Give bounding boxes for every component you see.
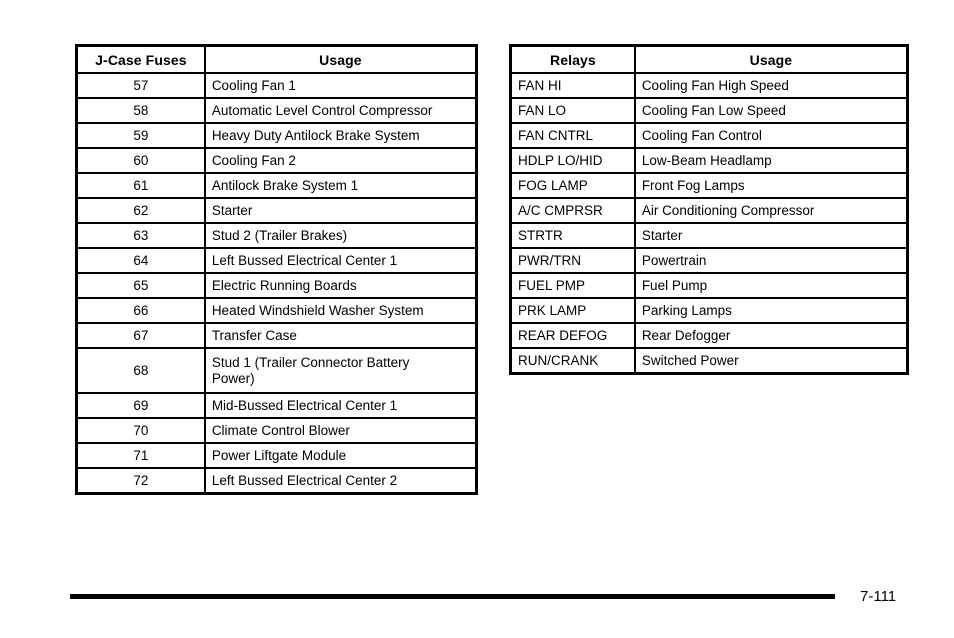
cell-usage: Switched Power xyxy=(633,347,909,375)
j-case-fuses-body: 57 Cooling Fan 1 58 Automatic Level Control… xyxy=(75,72,478,495)
cell-usage: Rear Defogger xyxy=(633,322,909,349)
cell-key: FUEL PMP xyxy=(509,272,636,299)
cell-usage: Cooling Fan High Speed xyxy=(633,72,909,99)
table-row: 60 Cooling Fan 2 xyxy=(75,147,478,174)
table-row: 58 Automatic Level Control Compressor xyxy=(75,97,478,124)
table-row: 66 Heated Windshield Washer System xyxy=(75,297,478,324)
table-row: FUEL PMP Fuel Pump xyxy=(509,272,909,299)
cell-usage: Left Bussed Electrical Center 1 xyxy=(203,247,478,274)
table-row: HDLP LO/HID Low-Beam Headlamp xyxy=(509,147,909,174)
table-row: 69 Mid-Bussed Electrical Center 1 xyxy=(75,392,478,419)
cell-usage: Low-Beam Headlamp xyxy=(633,147,909,174)
manual-page: J-Case Fuses Usage 57 Cooling Fan 1 58 Auto… xyxy=(0,0,954,638)
page-number: 7-111 xyxy=(860,588,897,605)
table-row: FAN LO Cooling Fan Low Speed xyxy=(509,97,909,124)
table-row: 62 Starter xyxy=(75,197,478,224)
cell-key: 60 xyxy=(75,147,206,174)
cell-key: 57 xyxy=(75,72,206,99)
table-row: 72 Left Bussed Electrical Center 2 xyxy=(75,467,478,495)
cell-usage: Mid-Bussed Electrical Center 1 xyxy=(203,392,478,419)
cell-key: 65 xyxy=(75,272,206,299)
table-row: 71 Power Liftgate Module xyxy=(75,442,478,469)
table-row: REAR DEFOG Rear Defogger xyxy=(509,322,909,349)
cell-key: 62 xyxy=(75,197,206,224)
cell-usage: Cooling Fan Control xyxy=(633,122,909,149)
table-row: 59 Heavy Duty Antilock Brake System xyxy=(75,122,478,149)
table-row: FAN HI Cooling Fan High Speed xyxy=(509,72,909,99)
table-header-row: Relays Usage xyxy=(509,44,909,74)
table-header-row: J-Case Fuses Usage xyxy=(75,44,478,74)
cell-key: 66 xyxy=(75,297,206,324)
cell-usage: Climate Control Blower xyxy=(203,417,478,444)
cell-key: REAR DEFOG xyxy=(509,322,636,349)
cell-key: FAN LO xyxy=(509,97,636,124)
cell-key: FOG LAMP xyxy=(509,172,636,199)
table-row: 61 Antilock Brake System 1 xyxy=(75,172,478,199)
j-case-fuses-table: J-Case Fuses Usage 57 Cooling Fan 1 58 Auto… xyxy=(75,44,478,495)
cell-key: 64 xyxy=(75,247,206,274)
cell-key: 68 xyxy=(75,347,206,394)
cell-usage: Transfer Case xyxy=(203,322,478,349)
table-row: A/C CMPRSR Air Conditioning Compressor xyxy=(509,197,909,224)
column-header-relays: Relays xyxy=(509,44,636,74)
cell-key: PRK LAMP xyxy=(509,297,636,324)
table-row: 64 Left Bussed Electrical Center 1 xyxy=(75,247,478,274)
table-row: RUN/CRANK Switched Power xyxy=(509,347,909,375)
cell-usage: Power Liftgate Module xyxy=(203,442,478,469)
table-row: 57 Cooling Fan 1 xyxy=(75,72,478,99)
cell-usage: Electric Running Boards xyxy=(203,272,478,299)
cell-key: 58 xyxy=(75,97,206,124)
cell-usage: Antilock Brake System 1 xyxy=(203,172,478,199)
cell-key: 63 xyxy=(75,222,206,249)
cell-usage: Powertrain xyxy=(633,247,909,274)
cell-key: 71 xyxy=(75,442,206,469)
table-row: 67 Transfer Case xyxy=(75,322,478,349)
cell-usage: Stud 2 (Trailer Brakes) xyxy=(203,222,478,249)
cell-usage: Stud 1 (Trailer Connector Battery Power) xyxy=(203,347,478,394)
relays-table: Relays Usage FAN HI Cooling Fan High Spee… xyxy=(509,44,909,375)
cell-usage: Automatic Level Control Compressor xyxy=(203,97,478,124)
table-row: FAN CNTRL Cooling Fan Control xyxy=(509,122,909,149)
cell-key: FAN HI xyxy=(509,72,636,99)
cell-key: 67 xyxy=(75,322,206,349)
cell-usage: Front Fog Lamps xyxy=(633,172,909,199)
table-row: 70 Climate Control Blower xyxy=(75,417,478,444)
footer-divider-rule xyxy=(70,594,835,599)
cell-key: A/C CMPRSR xyxy=(509,197,636,224)
cell-usage: Starter xyxy=(633,222,909,249)
cell-usage: Cooling Fan 2 xyxy=(203,147,478,174)
table-row: FOG LAMP Front Fog Lamps xyxy=(509,172,909,199)
cell-usage: Starter xyxy=(203,197,478,224)
relays-body: FAN HI Cooling Fan High Speed FAN LO Coolin… xyxy=(509,72,909,375)
cell-key: FAN CNTRL xyxy=(509,122,636,149)
cell-usage: Heated Windshield Washer System xyxy=(203,297,478,324)
column-header-jcase-fuses: J-Case Fuses xyxy=(75,44,206,74)
cell-usage: Heavy Duty Antilock Brake System xyxy=(203,122,478,149)
table-row: PRK LAMP Parking Lamps xyxy=(509,297,909,324)
cell-key: 72 xyxy=(75,467,206,495)
cell-key: HDLP LO/HID xyxy=(509,147,636,174)
cell-key: PWR/TRN xyxy=(509,247,636,274)
cell-usage: Left Bussed Electrical Center 2 xyxy=(203,467,478,495)
table-row: 63 Stud 2 (Trailer Brakes) xyxy=(75,222,478,249)
cell-key: RUN/CRANK xyxy=(509,347,636,375)
table-row: PWR/TRN Powertrain xyxy=(509,247,909,274)
cell-key: 61 xyxy=(75,172,206,199)
cell-usage: Cooling Fan Low Speed xyxy=(633,97,909,124)
cell-key: 69 xyxy=(75,392,206,419)
table-row: STRTR Starter xyxy=(509,222,909,249)
cell-usage: Parking Lamps xyxy=(633,297,909,324)
table-row: 68 Stud 1 (Trailer Connector Battery Powe… xyxy=(75,347,478,394)
column-header-usage: Usage xyxy=(203,44,478,74)
cell-usage: Cooling Fan 1 xyxy=(203,72,478,99)
table-row: 65 Electric Running Boards xyxy=(75,272,478,299)
cell-key: 70 xyxy=(75,417,206,444)
cell-key: STRTR xyxy=(509,222,636,249)
cell-usage: Fuel Pump xyxy=(633,272,909,299)
cell-key: 59 xyxy=(75,122,206,149)
column-header-usage: Usage xyxy=(633,44,909,74)
cell-usage: Air Conditioning Compressor xyxy=(633,197,909,224)
